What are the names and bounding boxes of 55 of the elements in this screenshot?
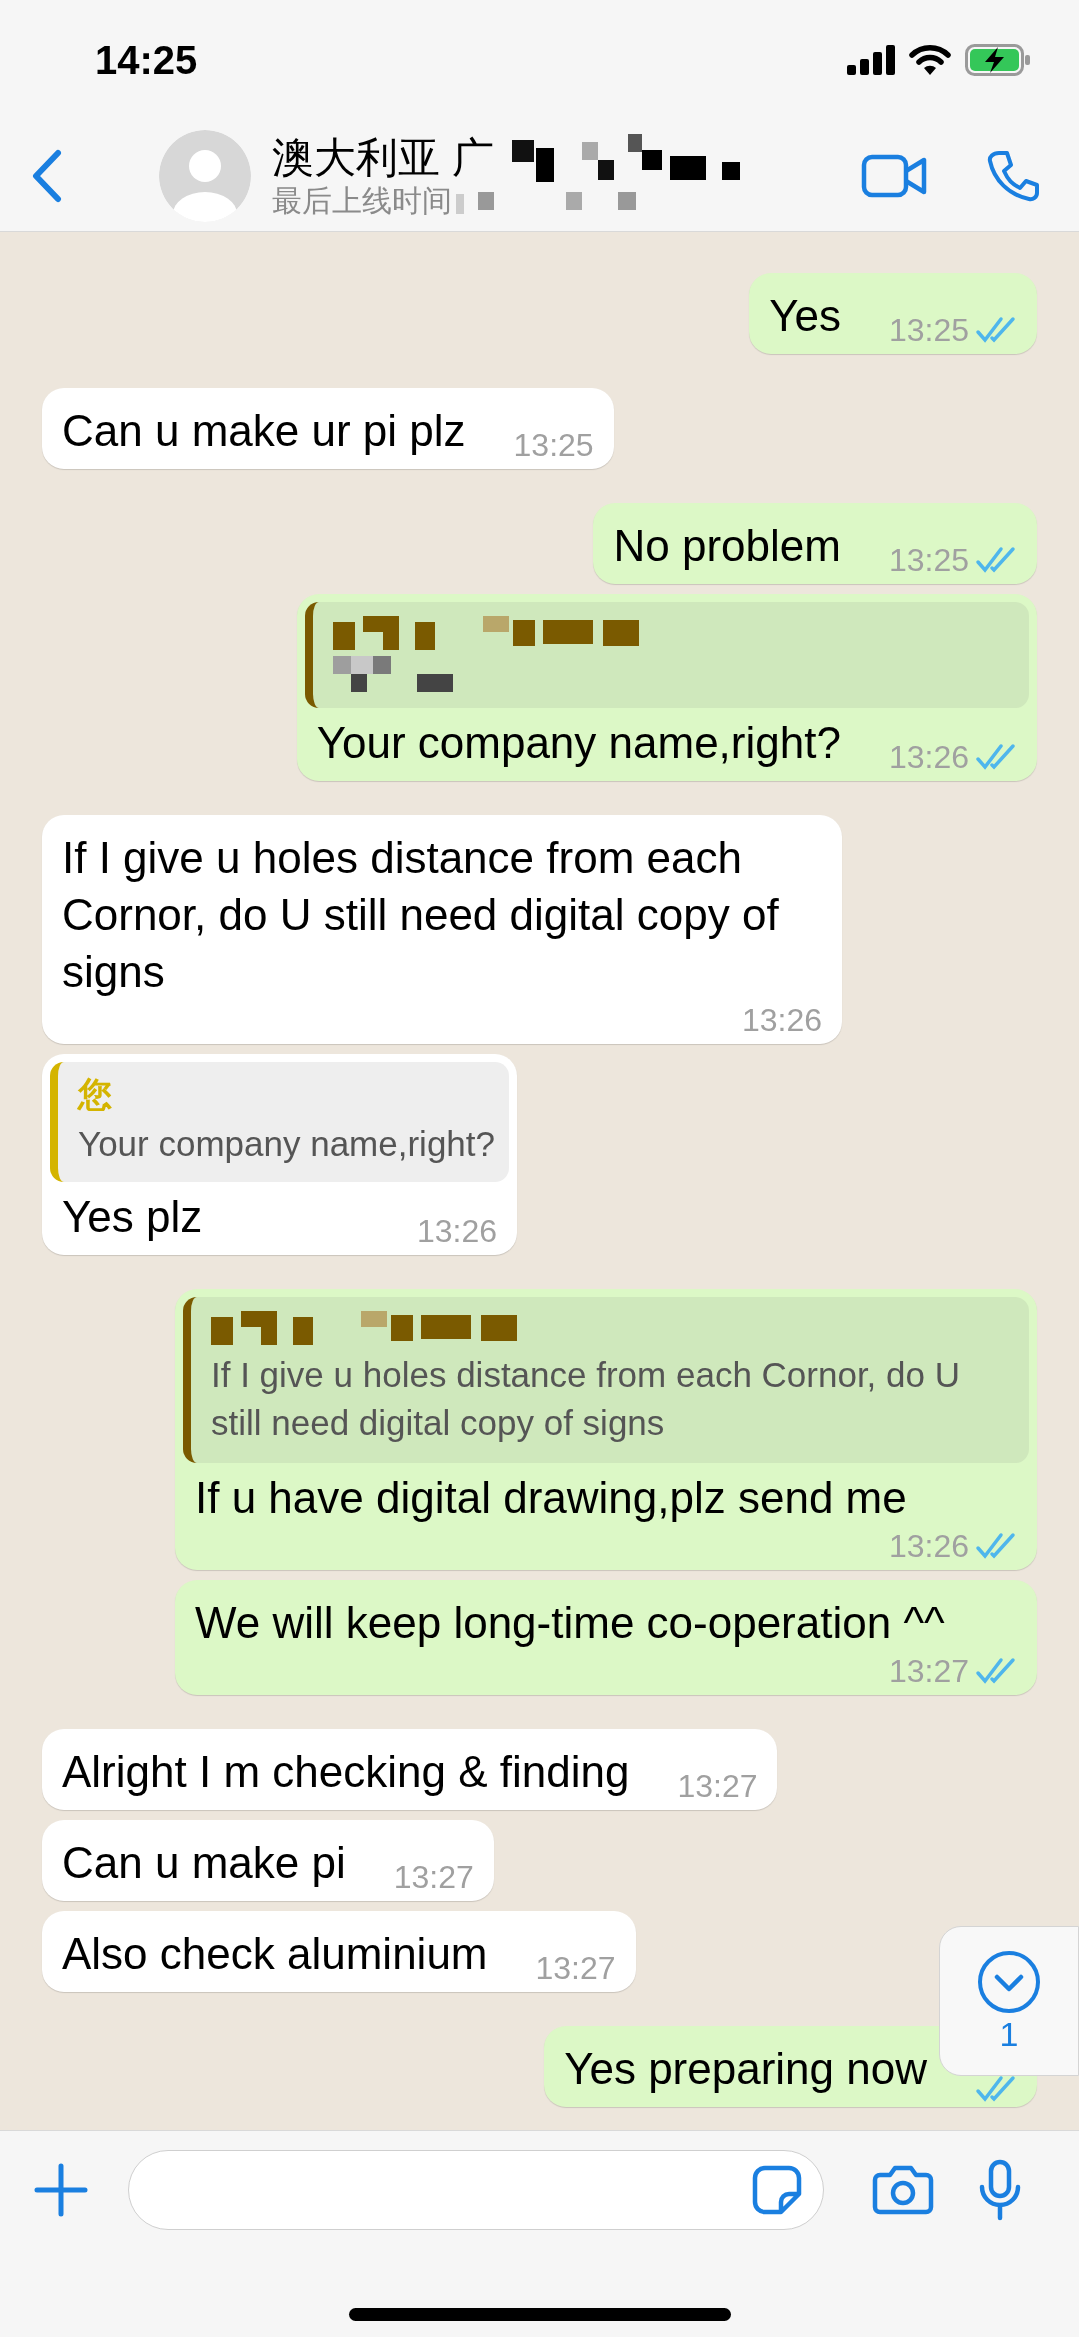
sticker-icon[interactable] (751, 2163, 803, 2216)
message-bubble[interactable]: 您 Your company name,right? Yes plz 13:26 (42, 1054, 517, 1255)
message-text: Your company name,right? (316, 717, 841, 769)
message-text: Yes plz (62, 1191, 203, 1243)
message-time: 13:25 (888, 311, 969, 350)
video-call-icon[interactable] (861, 153, 927, 198)
message-text: We will keep long-time co-operation ^^ (195, 1597, 945, 1649)
message-time: 13:26 (888, 738, 969, 777)
quote-text: Your company name,right? (78, 1123, 495, 1165)
quoted-message[interactable]: 您 Your company name,right? (50, 1062, 509, 1182)
last-seen-status: 最后上线时间 (272, 182, 452, 219)
status-time: 14:25 (95, 37, 198, 84)
message-text: Also check aluminium (62, 1928, 488, 1980)
message-bubble[interactable]: We will keep long-time co-operation ^^ 13:27 (175, 1580, 1037, 1695)
message-bubble[interactable]: Yes 13:25 (749, 273, 1037, 354)
message-text: If I give u holes distance from each Cornor, do U still need digital copy of signs (62, 832, 780, 998)
message-text: Can u make ur pi plz (62, 405, 466, 457)
message-time: 13:27 (535, 1949, 616, 1988)
message-bubble[interactable]: If I give u holes distance from each Cornor, do U still need digital copy of signs 13:26 (42, 815, 842, 1044)
message-text: Alright I m checking & finding (62, 1746, 630, 1798)
quoted-message[interactable] (304, 602, 1029, 708)
chevron-down-icon (977, 1950, 1041, 2014)
message-time: 13:27 (888, 1652, 969, 1691)
message-time: 13:25 (513, 426, 594, 465)
battery-charging-icon (965, 44, 1031, 76)
message-text: If u have digital drawing,plz send me (195, 1472, 907, 1524)
message-time: 13:26 (888, 1527, 969, 1566)
message-text: Can u make pi (62, 1837, 346, 1889)
message-time: 13:27 (393, 1858, 474, 1897)
contact-name[interactable]: 澳大利亚 广 (272, 132, 494, 183)
back-icon[interactable] (30, 148, 64, 203)
message-bubble[interactable]: Can u make pi 13:27 (42, 1820, 494, 1901)
camera-icon[interactable] (872, 2164, 934, 2215)
message-time: 13:26 (741, 1001, 822, 1040)
scroll-down-button[interactable]: 1 (939, 1926, 1079, 2076)
message-bubble[interactable]: Also check aluminium 13:27 (42, 1911, 636, 1992)
message-time: 13:27 (677, 1767, 758, 1806)
phone-call-icon[interactable] (987, 149, 1039, 202)
microphone-icon[interactable] (978, 2158, 1022, 2221)
quote-author: 您 (78, 1074, 113, 1114)
message-bubble[interactable]: Alright I m checking & finding 13:27 (42, 1729, 778, 1810)
signal-icon (847, 45, 895, 75)
message-bubble[interactable]: Your company name,right? 13:26 (296, 594, 1037, 781)
message-text: No problem (613, 520, 841, 572)
message-time: 13:25 (888, 541, 969, 580)
message-time: 13:26 (416, 1212, 497, 1251)
message-text: Yes preparing now (564, 2043, 927, 2095)
wifi-icon (909, 44, 951, 76)
quoted-message[interactable]: If I give u holes distance from each Cornor, do U still need digital copy of signs (183, 1297, 1029, 1463)
message-bubble[interactable]: If I give u holes distance from each Cornor, do U still need digital copy of signs If u have digital drawing,plz send me 13:26 (175, 1289, 1037, 1570)
plus-icon[interactable] (34, 2162, 88, 2217)
message-text: Yes (769, 290, 841, 342)
message-bubble[interactable]: Can u make ur pi plz 13:25 (42, 388, 614, 469)
quote-text: If I give u holes distance from each Cornor, do U still need digital copy of signs (211, 1354, 961, 1444)
message-bubble[interactable]: No problem 13:25 (593, 503, 1037, 584)
